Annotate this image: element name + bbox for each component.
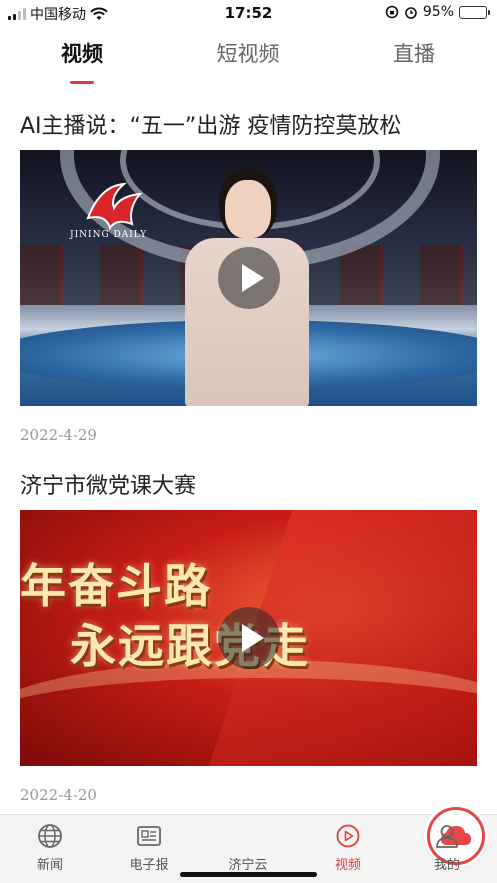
nav-label: 电子报 xyxy=(129,858,169,873)
play-circle-icon xyxy=(336,824,360,848)
video-date: 2022-4-20 xyxy=(20,786,97,804)
status-bar: 中国移动 17:52 95% xyxy=(0,0,497,28)
logo-caption: JINING DAILY xyxy=(70,230,148,240)
battery-icon xyxy=(459,5,490,19)
nav-news[interactable]: 新闻 xyxy=(10,823,90,873)
nav-e-paper[interactable]: 电子报 xyxy=(109,823,189,873)
jining-daily-logo xyxy=(86,182,143,231)
nav-profile[interactable]: 我的 xyxy=(407,823,487,873)
nav-label: 视频 xyxy=(334,858,361,873)
top-tab-bar: 视频 短视频 直播 xyxy=(0,38,497,88)
nav-label: 新闻 xyxy=(36,858,63,873)
nav-jining-cloud[interactable]: 济宁云 xyxy=(208,807,485,873)
alarm-icon xyxy=(405,7,417,19)
slogan-line-1: 年奋斗路 xyxy=(20,559,212,613)
play-button-icon[interactable] xyxy=(217,247,280,309)
home-indicator xyxy=(180,872,317,877)
tab-video[interactable]: 视频 xyxy=(22,38,142,68)
play-button-icon[interactable] xyxy=(217,607,280,669)
bottom-nav: 新闻 电子报 济宁云 视频 我的 xyxy=(0,807,497,883)
user-icon xyxy=(436,825,458,848)
nav-label: 我的 xyxy=(433,858,460,873)
rotation-lock-icon xyxy=(385,5,399,19)
video-date: 2022-4-29 xyxy=(20,426,97,444)
video-thumbnail[interactable]: JINING DAILY xyxy=(20,150,477,406)
anchor-head xyxy=(225,180,271,238)
active-tab-indicator xyxy=(70,81,94,84)
newspaper-icon xyxy=(137,826,161,846)
video-title[interactable]: 济宁市微党课大赛 xyxy=(20,468,196,500)
video-thumbnail[interactable]: 年奋斗路 永远跟党走 xyxy=(20,510,477,766)
nav-video[interactable]: 视频 xyxy=(308,823,388,873)
tab-short-video[interactable]: 短视频 xyxy=(188,38,308,68)
globe-icon xyxy=(38,824,62,848)
tab-live[interactable]: 直播 xyxy=(354,38,474,68)
status-right: 95% xyxy=(385,4,490,20)
battery-percent: 95% xyxy=(422,4,454,20)
nav-label: 济宁云 xyxy=(228,858,268,873)
video-title[interactable]: AI主播说：“五一”出游 疫情防控莫放松 xyxy=(20,108,401,140)
